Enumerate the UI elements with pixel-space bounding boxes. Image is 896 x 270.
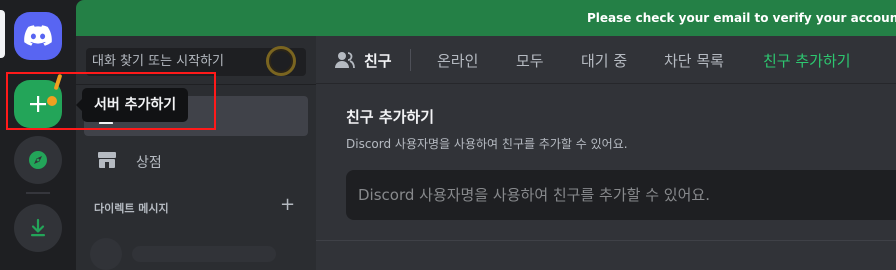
dm-placeholder-line — [132, 246, 276, 262]
tab-blocked[interactable]: 차단 목록 — [664, 50, 724, 71]
compass-icon — [29, 151, 47, 169]
sidebar-item-shop[interactable]: 상점 — [84, 144, 308, 176]
create-dm-button[interactable]: + — [280, 194, 295, 215]
cursor-dot — [47, 96, 57, 106]
tab-online[interactable]: 온라인 — [437, 50, 478, 71]
rail-separator — [26, 192, 50, 194]
discover-button[interactable] — [14, 136, 62, 184]
add-friend-description: Discord 사용자명을 사용하여 친구를 추가할 수 있어요. — [346, 137, 628, 151]
shop-icon — [98, 152, 116, 168]
friends-main-panel: 친구 온라인 모두 대기 중 차단 목록 친구 추가하기 친구 추가하기 Dis… — [316, 36, 896, 270]
tab-add-friend[interactable]: 친구 추가하기 — [763, 50, 851, 71]
section-divider — [316, 240, 896, 241]
tab-all[interactable]: 모두 — [516, 50, 544, 71]
friends-icon — [335, 52, 355, 69]
download-apps-button[interactable] — [14, 204, 62, 252]
cursor-ring — [266, 46, 296, 76]
download-icon — [31, 218, 45, 237]
direct-messages-header: 다이렉트 메시지 — [94, 202, 169, 215]
add-friend-heading: 친구 추가하기 — [346, 108, 435, 126]
username-input[interactable]: Discord 사용자명을 사용하여 친구를 추가할 수 있어요. — [346, 170, 896, 220]
page-title: 친구 — [364, 52, 392, 70]
highlight-box — [6, 72, 216, 130]
discord-logo-icon — [24, 25, 52, 46]
sidebar-item-label: 상점 — [136, 155, 162, 171]
tab-pending[interactable]: 대기 중 — [581, 50, 627, 71]
dm-placeholder-avatar — [90, 238, 122, 270]
direct-messages-home-button[interactable] — [14, 12, 62, 60]
verify-email-banner: Please check your email to verify your a… — [76, 0, 896, 36]
banner-text: Please check your email to verify your a… — [587, 11, 896, 25]
selected-indicator — [0, 10, 5, 58]
server-rail — [0, 0, 76, 270]
friends-topbar: 친구 온라인 모두 대기 중 차단 목록 친구 추가하기 — [316, 36, 896, 84]
topbar-divider — [410, 49, 411, 71]
